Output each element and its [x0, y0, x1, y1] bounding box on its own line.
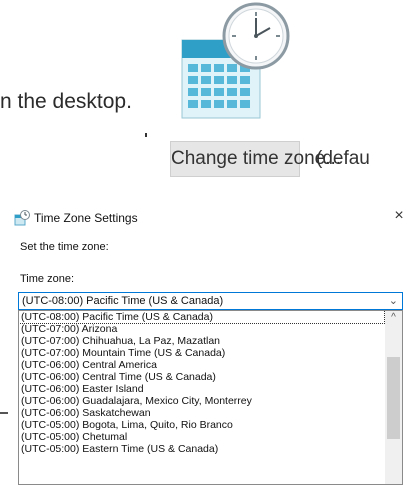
set-time-zone-label: Set the time zone:: [20, 241, 109, 253]
scroll-thumb[interactable]: [387, 357, 400, 439]
time-zone-options-list[interactable]: (UTC-08:00) Pacific Time (US & Canada) (…: [18, 310, 403, 485]
time-zone-option[interactable]: (UTC-07:00) Chihuahua, La Paz, Mazatlan: [19, 335, 384, 347]
default-text-fragment: (defau: [316, 148, 370, 169]
desktop-instruction-text: n the desktop.: [0, 90, 132, 113]
time-zone-option[interactable]: (UTC-07:00) Arizona: [19, 323, 384, 335]
dialog-title-bar[interactable]: Time Zone Settings ×: [10, 205, 409, 231]
chevron-down-icon: ⌄: [388, 295, 398, 307]
time-zone-option[interactable]: (UTC-05:00) Eastern Time (US & Canada): [19, 443, 384, 455]
list-scrollbar[interactable]: ^: [385, 311, 402, 484]
time-zone-settings-dialog: Time Zone Settings × Set the time zone: …: [10, 205, 409, 485]
time-zone-option[interactable]: (UTC-06:00) Central America: [19, 359, 384, 371]
background-edge-mark: [0, 412, 8, 414]
time-zone-option[interactable]: (UTC-06:00) Easter Island: [19, 383, 384, 395]
time-zone-dropdown[interactable]: (UTC-08:00) Pacific Time (US & Canada) ⌄: [18, 292, 403, 310]
clock-settings-icon: [14, 210, 30, 226]
calendar-clock-icon: [181, 2, 290, 119]
time-zone-option[interactable]: (UTC-07:00) Mountain Time (US & Canada): [19, 347, 384, 359]
time-zone-option[interactable]: (UTC-05:00) Chetumal: [19, 431, 384, 443]
time-zone-option[interactable]: (UTC-06:00) Central Time (US & Canada): [19, 371, 384, 383]
change-time-zone-button[interactable]: Change time zone...: [170, 141, 341, 177]
time-zone-option[interactable]: (UTC-06:00) Guadalajara, Mexico City, Mo…: [19, 395, 384, 407]
time-zone-option[interactable]: (UTC-08:00) Pacific Time (US & Canada): [19, 311, 385, 324]
time-zone-label: Time zone:: [20, 273, 75, 285]
divider-mark: [145, 133, 147, 137]
time-zone-selected-value: (UTC-08:00) Pacific Time (US & Canada): [22, 295, 224, 307]
time-zone-option[interactable]: (UTC-05:00) Bogota, Lima, Quito, Rio Bra…: [19, 419, 384, 431]
scroll-up-icon[interactable]: ^: [385, 311, 402, 325]
dialog-title: Time Zone Settings: [34, 211, 138, 225]
time-zone-option[interactable]: (UTC-06:00) Saskatchewan: [19, 407, 384, 419]
close-icon[interactable]: ×: [391, 207, 407, 225]
